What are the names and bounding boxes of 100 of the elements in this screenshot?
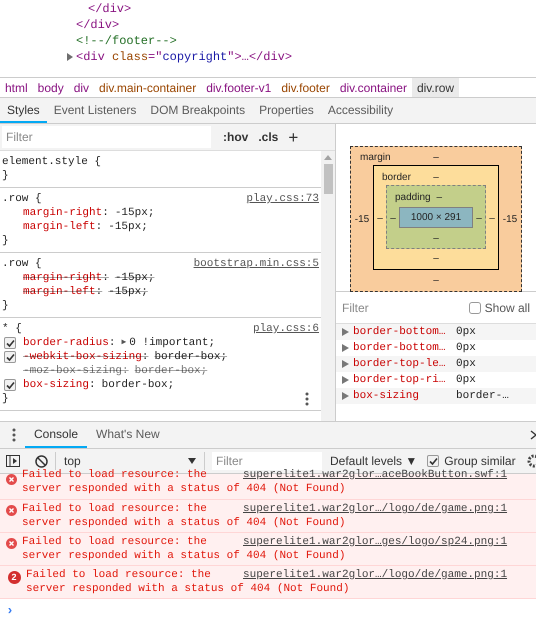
breadcrumb[interactable]: html (0, 78, 33, 97)
css-property[interactable]: margin-left: -15px; (23, 220, 148, 234)
close-icon[interactable] (530, 430, 536, 440)
scrollbar[interactable] (321, 151, 335, 421)
css-property[interactable]: box-sizing: border-box; (23, 378, 174, 392)
breadcrumb[interactable]: body (32, 78, 69, 97)
more-icon[interactable] (12, 428, 16, 442)
error-icon (6, 505, 16, 516)
show-all-checkbox[interactable] (468, 302, 481, 314)
console-filter[interactable]: Filter (212, 452, 322, 470)
breadcrumb[interactable]: div.main-container (94, 78, 202, 97)
source-link[interactable]: superelite1.war2glor…ges/logo/sp24.png:1 (243, 535, 508, 549)
closing-brace: } (2, 169, 9, 183)
css-selector: .row { (2, 192, 42, 206)
clear-icon[interactable] (35, 454, 48, 468)
error-text: server responded with a status of 404 (Not Found) (22, 482, 346, 496)
css-property[interactable]: margin-left: -15px; (23, 285, 148, 299)
error-text: Failed to load resource: the (26, 568, 212, 582)
border-value: – (433, 172, 439, 182)
breadcrumb[interactable]: div.footer-v1 (201, 78, 276, 97)
padding-label: padding (395, 192, 431, 202)
computed-value: border-… (456, 388, 509, 404)
source-link[interactable]: superelite1.war2glor…/logo/de/game.png:1 (243, 502, 508, 516)
sidebar-toggle-icon[interactable] (6, 455, 20, 467)
closing-brace: } (2, 234, 9, 248)
border-value: – (377, 213, 383, 224)
computed-value: 0px (456, 324, 476, 340)
content-box: 1000 × 291 (399, 206, 473, 228)
border-value: – (489, 213, 495, 224)
error-text: Failed to load resource: the (22, 468, 208, 482)
closing-brace: } (2, 392, 9, 406)
error-icon (6, 538, 16, 549)
tag-text: </div> (88, 2, 132, 16)
css-selector: * { (2, 322, 22, 336)
padding-value: – (390, 213, 396, 224)
context-select[interactable]: top (64, 452, 204, 470)
group-similar-label: Group similar (444, 453, 516, 469)
css-property[interactable]: margin-right: -15px; (23, 206, 154, 220)
padding-value: – (433, 232, 439, 244)
error-text: Failed to load resource: the (22, 535, 208, 549)
computed-property[interactable]: border-top-le… (353, 356, 456, 372)
css-property[interactable]: margin-right: -15px; (23, 271, 154, 285)
levels-dropdown[interactable]: Default levels ▼ (330, 452, 418, 470)
computed-filter[interactable]: Filter (342, 298, 442, 316)
margin-value: – (433, 152, 439, 163)
panel-tab[interactable]: DOM Breakpoints (143, 98, 252, 123)
property-checkbox[interactable] (4, 379, 16, 391)
closing-brace: } (2, 299, 9, 313)
error-text: server responded with a status of 404 (Not Found) (22, 516, 346, 530)
computed-value: 0px (456, 372, 476, 388)
computed-property[interactable]: border-bottom… (353, 324, 456, 340)
computed-property[interactable]: border-top-ri… (353, 372, 456, 388)
breadcrumb[interactable]: div.row (412, 78, 460, 97)
new-rule-button[interactable]: + (288, 128, 298, 146)
source-link[interactable]: superelite1.war2glor…/logo/de/game.png:1 (243, 568, 508, 582)
margin-value: – (433, 274, 439, 286)
css-selector: element.style { (2, 155, 102, 169)
comment-text: <!--/footer--> (76, 34, 177, 48)
error-text: server responded with a status of 404 (Not Found) (26, 582, 350, 596)
breadcrumb[interactable]: div.footer (276, 78, 335, 97)
source-link[interactable]: play.css:73 (246, 192, 319, 206)
property-checkbox[interactable] (4, 351, 16, 363)
source-link[interactable]: superelite1.war2glor…aceBookButton.swf:1 (243, 468, 508, 482)
border-value: – (433, 253, 439, 265)
border-label: border (382, 172, 411, 182)
repeat-count: 2 (8, 571, 20, 584)
margin-value: -15 (354, 214, 370, 224)
computed-property[interactable]: border-bottom… (353, 340, 456, 356)
padding-value: – (436, 192, 442, 202)
expand-icon[interactable] (66, 53, 74, 61)
source-link[interactable]: play.css:6 (252, 322, 319, 336)
computed-value: 0px (456, 340, 476, 356)
settings-icon[interactable] (526, 454, 536, 468)
panel-tab[interactable]: Properties (252, 98, 321, 123)
padding-value: – (476, 213, 482, 224)
class-toggle[interactable]: .cls (258, 128, 278, 146)
console-prompt[interactable]: › (6, 604, 14, 618)
hover-toggle[interactable]: :hov (223, 128, 248, 146)
breadcrumb[interactable]: div (68, 78, 94, 97)
source-link[interactable]: bootstrap.min.css:5 (194, 257, 319, 271)
element-line[interactable]: <div class="copyright">…</div> (76, 49, 292, 65)
panel-tab[interactable]: Event Listeners (46, 98, 144, 123)
computed-property[interactable]: box-sizing (353, 388, 456, 404)
styles-filter[interactable]: Filter (2, 126, 211, 148)
breadcrumb[interactable]: div.container (334, 78, 412, 97)
margin-label: margin (360, 152, 391, 163)
computed-value: 0px (456, 356, 476, 372)
tag-text: </div> (76, 18, 120, 32)
property-checkbox[interactable] (4, 337, 16, 349)
scrollbar-thumb[interactable] (324, 164, 332, 194)
error-text: Failed to load resource: the (22, 502, 208, 516)
show-all-label: Show all (484, 300, 530, 316)
error-text: server responded with a status of 404 (Not Found) (22, 549, 346, 563)
css-property[interactable]: -webkit-box-sizing: border-box; (23, 350, 228, 364)
group-similar-checkbox[interactable] (427, 455, 440, 467)
panel-tab[interactable]: Accessibility (320, 98, 400, 123)
margin-value: -15 (502, 214, 518, 224)
more-icon[interactable] (305, 392, 309, 406)
drawer-tab[interactable]: What's New (87, 422, 169, 448)
css-property[interactable]: border-radius: ▶ 0 !important; (23, 336, 216, 350)
